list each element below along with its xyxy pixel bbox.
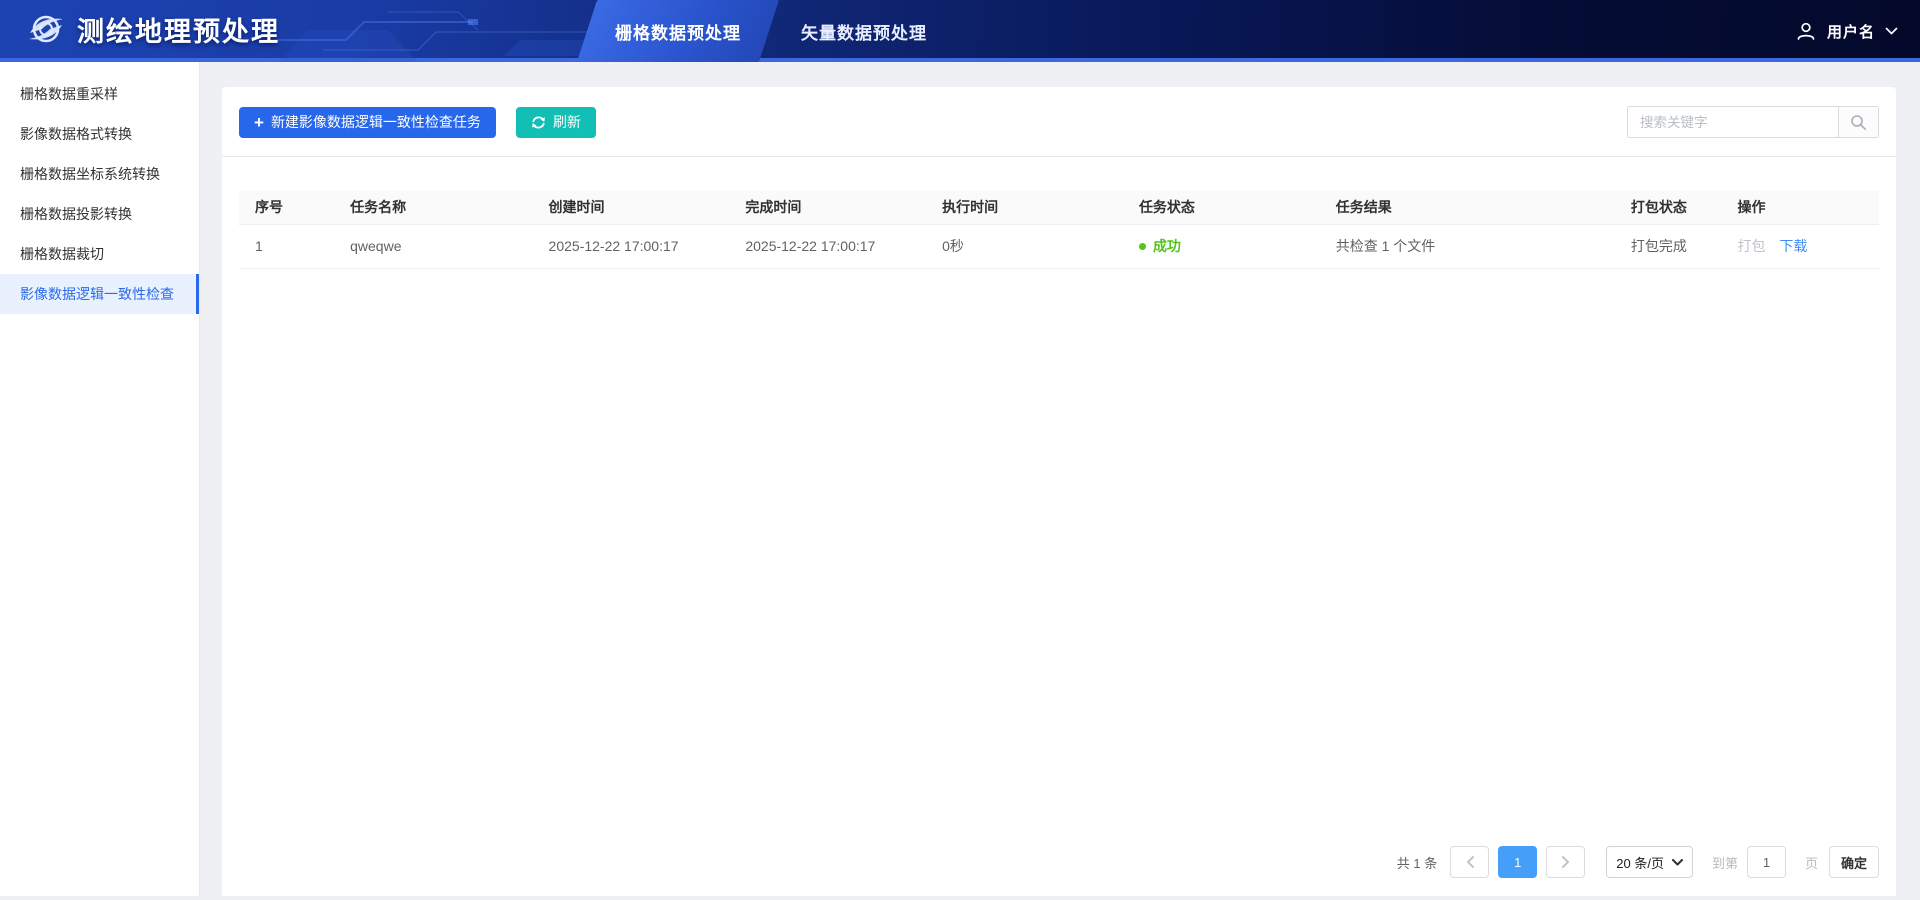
- task-table: 序号 任务名称 创建时间 完成时间 执行时间 任务状态 任务结果 打包状态 操作: [239, 191, 1879, 269]
- pagination-total: 共 1 条: [1397, 853, 1437, 872]
- prev-page-button[interactable]: [1450, 846, 1489, 878]
- tab-label: 栅格数据预处理: [615, 19, 741, 44]
- cell-task-status: 成功: [1123, 224, 1320, 268]
- search-box: [1627, 106, 1879, 138]
- col-task-result: 任务结果: [1320, 191, 1615, 224]
- user-name: 用户名: [1827, 21, 1875, 42]
- user-icon: [1795, 20, 1817, 42]
- chevron-down-icon: [1885, 27, 1898, 36]
- search-icon: [1850, 114, 1867, 131]
- page-size-select[interactable]: 20 条/页: [1606, 846, 1693, 878]
- goto-confirm-button[interactable]: 确定: [1829, 846, 1879, 878]
- search-button[interactable]: [1838, 107, 1878, 137]
- col-operations: 操作: [1722, 191, 1879, 224]
- tab-label: 矢量数据预处理: [801, 19, 927, 44]
- page-size-value: 20 条/页: [1616, 853, 1664, 872]
- col-index: 序号: [239, 191, 334, 224]
- sidebar-item-image-format-convert[interactable]: 影像数据格式转换: [0, 114, 199, 154]
- goto-prefix-label: 到第: [1712, 853, 1738, 872]
- col-exec-time: 执行时间: [926, 191, 1123, 224]
- package-link-disabled[interactable]: 打包: [1738, 238, 1766, 254]
- goto-page-input[interactable]: [1747, 846, 1786, 878]
- search-input[interactable]: [1628, 107, 1838, 137]
- app-header: 测绘地理预处理 栅格数据预处理 矢量数据预处理 用户名: [0, 0, 1920, 62]
- sidebar-item-raster-resample[interactable]: 栅格数据重采样: [0, 74, 199, 114]
- col-package-status: 打包状态: [1615, 191, 1722, 224]
- new-task-button-label: 新建影像数据逻辑一致性检查任务: [271, 112, 481, 132]
- cell-finished-time: 2025-12-22 17:00:17: [729, 224, 926, 268]
- toolbar-divider: [222, 156, 1896, 157]
- refresh-icon: [531, 115, 546, 130]
- cell-exec-time: 0秒: [926, 224, 1123, 268]
- tab-raster-preprocessing[interactable]: 栅格数据预处理: [585, 0, 771, 62]
- user-menu[interactable]: 用户名: [1795, 0, 1898, 62]
- table-header-row: 序号 任务名称 创建时间 完成时间 执行时间 任务状态 任务结果 打包状态 操作: [239, 191, 1879, 224]
- cell-index: 1: [239, 224, 334, 268]
- col-task-name: 任务名称: [334, 191, 532, 224]
- pagination: 共 1 条 1 20 条/页: [222, 846, 1896, 896]
- tab-vector-preprocessing[interactable]: 矢量数据预处理: [771, 0, 957, 62]
- task-table-wrap: 序号 任务名称 创建时间 完成时间 执行时间 任务状态 任务结果 打包状态 操作: [239, 191, 1879, 846]
- chevron-right-icon: [1561, 855, 1571, 869]
- refresh-button[interactable]: 刷新: [516, 107, 596, 138]
- sidebar-item-raster-projection-convert[interactable]: 栅格数据投影转换: [0, 194, 199, 234]
- table-row: 1 qweqwe 2025-12-22 17:00:17 2025-12-22 …: [239, 224, 1879, 268]
- next-page-button[interactable]: [1546, 846, 1585, 878]
- app-title: 测绘地理预处理: [77, 10, 280, 49]
- main-area: + 新建影像数据逻辑一致性检查任务 刷新: [200, 62, 1920, 896]
- toolbar: + 新建影像数据逻辑一致性检查任务 刷新: [222, 87, 1896, 156]
- sidebar-item-raster-clip[interactable]: 栅格数据裁切: [0, 234, 199, 274]
- plus-icon: +: [254, 114, 264, 131]
- cell-package-status: 打包完成: [1615, 224, 1722, 268]
- col-task-status: 任务状态: [1123, 191, 1320, 224]
- page-number-button[interactable]: 1: [1498, 846, 1537, 878]
- cell-task-result: 共检查 1 个文件: [1320, 224, 1615, 268]
- select-caret-icon: [1672, 859, 1683, 866]
- col-finished-time: 完成时间: [729, 191, 926, 224]
- page-body: 栅格数据重采样 影像数据格式转换 栅格数据坐标系统转换 栅格数据投影转换 栅格数…: [0, 62, 1920, 896]
- col-created-time: 创建时间: [533, 191, 730, 224]
- cell-created-time: 2025-12-22 17:00:17: [533, 224, 730, 268]
- sidebar: 栅格数据重采样 影像数据格式转换 栅格数据坐标系统转换 栅格数据投影转换 栅格数…: [0, 62, 200, 896]
- refresh-button-label: 刷新: [553, 112, 581, 132]
- sidebar-item-image-logic-consistency-check[interactable]: 影像数据逻辑一致性检查: [0, 274, 199, 314]
- cell-operations: 打包 下载: [1722, 224, 1879, 268]
- logo-icon: [26, 9, 66, 49]
- circuit-decoration: [268, 0, 598, 62]
- sidebar-item-raster-coordsys-convert[interactable]: 栅格数据坐标系统转换: [0, 154, 199, 194]
- goto-suffix-label: 页: [1805, 853, 1818, 872]
- content-card: + 新建影像数据逻辑一致性检查任务 刷新: [222, 87, 1896, 896]
- header-tabs: 栅格数据预处理 矢量数据预处理: [585, 0, 957, 62]
- status-success-dot: [1139, 243, 1146, 250]
- download-link[interactable]: 下载: [1779, 238, 1807, 254]
- status-text: 成功: [1153, 236, 1181, 256]
- logo-group: 测绘地理预处理: [0, 9, 280, 49]
- cell-task-name: qweqwe: [334, 224, 532, 268]
- chevron-left-icon: [1465, 855, 1475, 869]
- new-task-button[interactable]: + 新建影像数据逻辑一致性检查任务: [239, 107, 496, 138]
